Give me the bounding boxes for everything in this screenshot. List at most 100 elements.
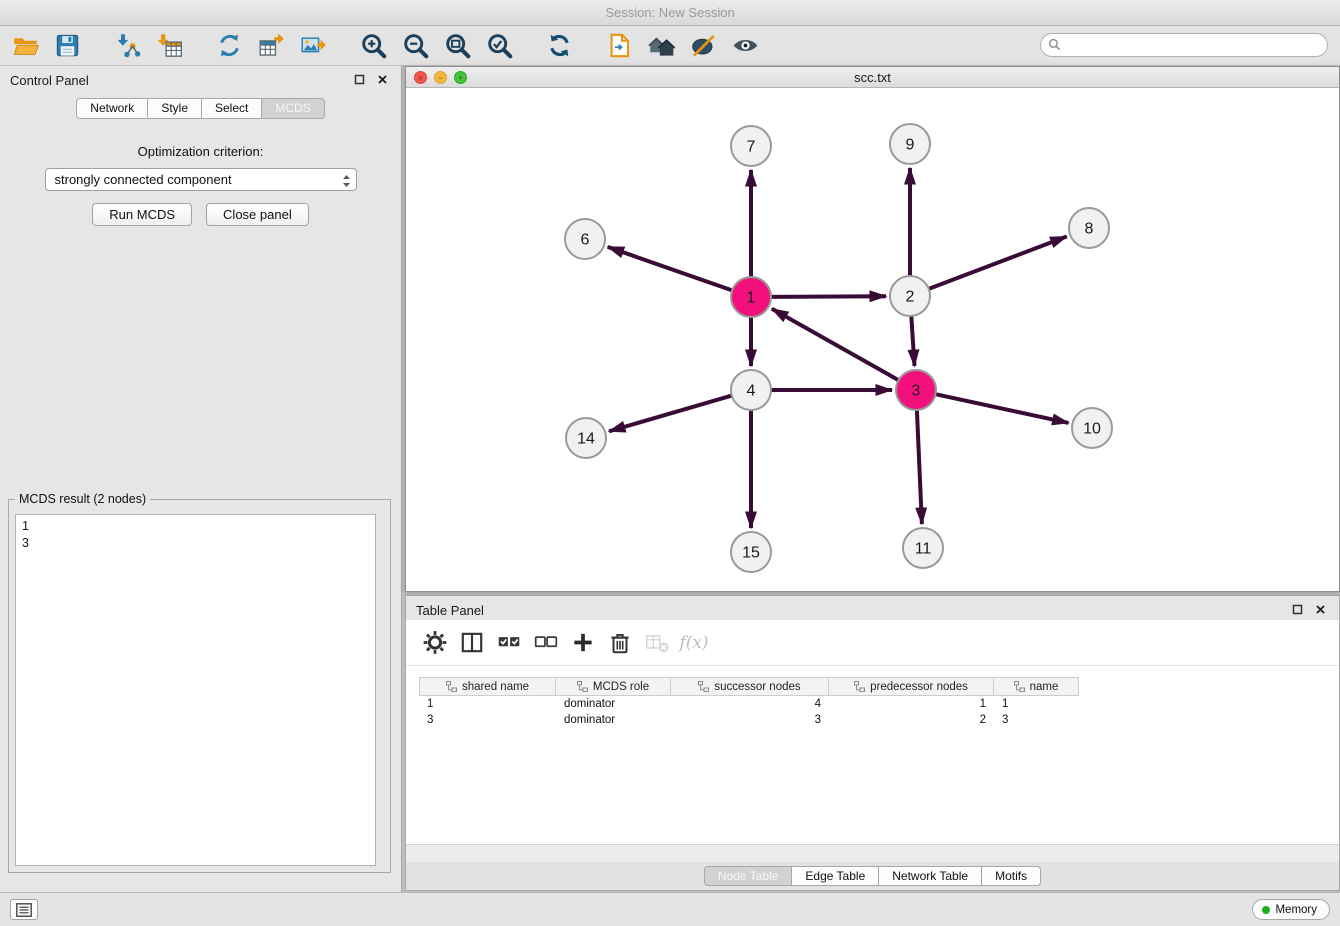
table-cell: 1 <box>419 696 556 712</box>
tab-motifs[interactable]: Motifs <box>982 866 1041 886</box>
search-icon <box>1048 38 1061 56</box>
node-6[interactable] <box>565 219 605 259</box>
export-table-icon[interactable] <box>254 29 288 63</box>
close-panel-icon[interactable] <box>376 73 389 86</box>
close-window-icon[interactable]: × <box>414 71 427 84</box>
network-window-titlebar[interactable]: × − + scc.txt <box>406 67 1339 88</box>
edge-1-2[interactable] <box>771 296 886 297</box>
table-cell: dominator <box>556 712 671 728</box>
tab-mcds[interactable]: MCDS <box>262 98 324 119</box>
save-session-icon[interactable] <box>50 29 84 63</box>
column-header-successor-nodes[interactable]: successor nodes <box>671 677 829 696</box>
style-preview-icon[interactable] <box>686 29 720 63</box>
mcds-result-group: MCDS result (2 nodes) 1 3 <box>8 492 391 873</box>
node-14[interactable] <box>566 418 606 458</box>
zoom-in-icon[interactable] <box>356 29 390 63</box>
tab-edge-table[interactable]: Edge Table <box>792 866 879 886</box>
node-7[interactable] <box>731 126 771 166</box>
table-cell: 1 <box>829 696 994 712</box>
import-network-icon[interactable] <box>110 29 144 63</box>
zoom-fit-icon[interactable] <box>440 29 474 63</box>
refresh-network-icon[interactable] <box>542 29 576 63</box>
node-8[interactable] <box>1069 208 1109 248</box>
unselect-all-columns-icon[interactable] <box>533 630 559 656</box>
home-icon[interactable] <box>644 29 678 63</box>
open-session-icon[interactable] <box>602 29 636 63</box>
node-11[interactable] <box>903 528 943 568</box>
table-cell: 3 <box>994 712 1079 728</box>
close-table-panel-icon[interactable] <box>1314 603 1327 616</box>
edge-3-11[interactable] <box>917 410 922 524</box>
table-panel-header: Table Panel <box>406 596 1339 622</box>
table-cell: 4 <box>671 696 829 712</box>
memory-status-icon <box>1262 906 1270 914</box>
node-2[interactable] <box>890 276 930 316</box>
edge-2-8[interactable] <box>929 237 1067 289</box>
delete-columns-icon[interactable] <box>607 630 633 656</box>
zoom-out-icon[interactable] <box>398 29 432 63</box>
edge-4-14[interactable] <box>609 396 732 432</box>
create-column-icon[interactable] <box>570 630 596 656</box>
tab-network[interactable]: Network <box>76 98 148 119</box>
tab-style[interactable]: Style <box>148 98 202 119</box>
maximize-window-icon[interactable]: + <box>454 71 467 84</box>
task-history-button[interactable] <box>10 899 38 920</box>
tab-node-table[interactable]: Node Table <box>704 866 793 886</box>
table-scroll-strip[interactable] <box>406 844 1339 862</box>
dropdown-stepper-icon <box>342 173 351 194</box>
control-panel-header: Control Panel <box>0 66 401 92</box>
memory-label: Memory <box>1275 904 1317 916</box>
export-image-icon[interactable] <box>296 29 330 63</box>
node-15[interactable] <box>731 532 771 572</box>
memory-button[interactable]: Memory <box>1252 899 1330 920</box>
network-canvas[interactable]: 1234678910111415 <box>406 88 1339 591</box>
edge-2-3[interactable] <box>911 316 914 366</box>
table-header-row: shared nameMCDS rolesuccessor nodesprede… <box>419 677 1339 696</box>
control-panel-tabs: NetworkStyleSelectMCDS <box>0 98 401 119</box>
delete-table-icon <box>644 630 670 656</box>
column-header-predecessor-nodes[interactable]: predecessor nodes <box>829 677 994 696</box>
table-row[interactable]: 3dominator323 <box>419 712 1339 728</box>
minimize-window-icon[interactable]: − <box>434 71 447 84</box>
table-row[interactable]: 1dominator411 <box>419 696 1339 712</box>
table-toolbar: f(x) <box>406 620 1339 666</box>
export-network-icon[interactable] <box>212 29 246 63</box>
open-file-icon[interactable] <box>8 29 42 63</box>
edge-3-10[interactable] <box>936 394 1069 423</box>
edge-1-6[interactable] <box>608 247 732 291</box>
zoom-selected-icon[interactable] <box>482 29 516 63</box>
column-header-name[interactable]: name <box>994 677 1079 696</box>
search-input[interactable] <box>1040 33 1328 57</box>
select-all-columns-icon[interactable] <box>496 630 522 656</box>
float-panel-icon[interactable] <box>353 73 366 86</box>
node-4[interactable] <box>731 370 771 410</box>
edge-3-1[interactable] <box>772 309 899 380</box>
tab-network-table[interactable]: Network Table <box>879 866 982 886</box>
column-header-shared-name[interactable]: shared name <box>419 677 556 696</box>
node-3[interactable] <box>896 370 936 410</box>
run-mcds-button[interactable]: Run MCDS <box>92 203 192 226</box>
node-1[interactable] <box>731 277 771 317</box>
show-columns-icon[interactable] <box>459 630 485 656</box>
table-cell: 1 <box>994 696 1079 712</box>
optimization-criterion-label: Optimization criterion: <box>0 144 401 159</box>
import-table-icon[interactable] <box>152 29 186 63</box>
criterion-dropdown-value: strongly connected component <box>55 172 232 187</box>
node-9[interactable] <box>890 124 930 164</box>
table-body: 1dominator4113dominator323 <box>419 696 1339 728</box>
float-table-panel-icon[interactable] <box>1291 603 1304 616</box>
close-panel-button[interactable]: Close panel <box>206 203 309 226</box>
node-10[interactable] <box>1072 408 1112 448</box>
column-header-MCDS-role[interactable]: MCDS role <box>556 677 671 696</box>
node-table: shared nameMCDS rolesuccessor nodesprede… <box>406 666 1339 844</box>
toolbar-icon-groups <box>8 29 788 63</box>
table-tabs-row: Node TableEdge TableNetwork TableMotifs <box>406 862 1339 890</box>
status-bar: Memory <box>0 892 1340 926</box>
table-cell: dominator <box>556 696 671 712</box>
table-cell: 2 <box>829 712 994 728</box>
show-graphics-icon[interactable] <box>728 29 762 63</box>
tab-select[interactable]: Select <box>202 98 262 119</box>
criterion-dropdown[interactable]: strongly connected component <box>45 168 357 191</box>
mcds-result-title: MCDS result (2 nodes) <box>15 492 150 506</box>
table-mode-icon[interactable] <box>422 630 448 656</box>
